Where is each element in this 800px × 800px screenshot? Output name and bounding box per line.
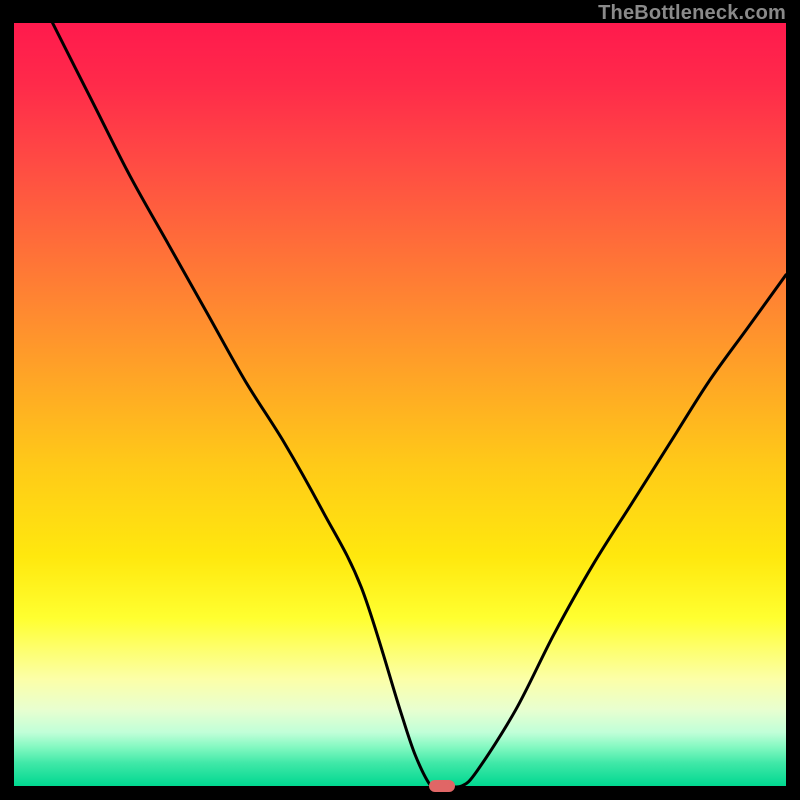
optimum-marker: [429, 780, 455, 792]
watermark-text: TheBottleneck.com: [598, 2, 786, 25]
plot-area: [14, 23, 786, 786]
chart-frame: TheBottleneck.com: [0, 0, 800, 800]
bottleneck-curve: [14, 23, 786, 786]
